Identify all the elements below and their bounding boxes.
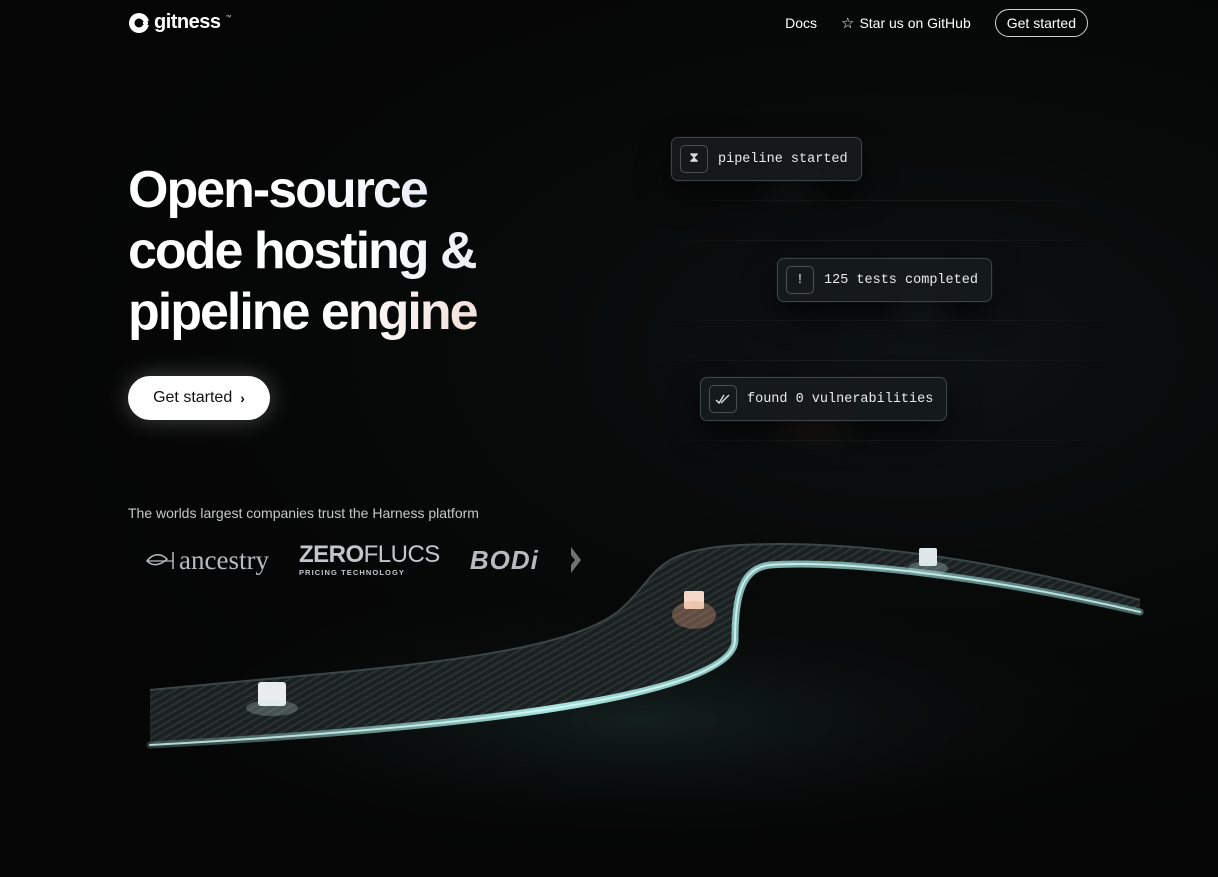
ancestry-wordmark: ancestry xyxy=(179,544,269,575)
status-pill-tests-completed: ! 125 tests completed xyxy=(777,258,992,302)
partial-logo-icon xyxy=(570,547,581,573)
divider xyxy=(640,440,1120,441)
top-navigation: gitness ™ Docs ☆ Star us on GitHub Get s… xyxy=(0,0,1218,46)
hero-get-started-label: Get started xyxy=(153,389,233,406)
zeroflucs-logo: ZEROFLUCS PRICING TECHNOLOGY xyxy=(299,543,440,577)
status-text: 125 tests completed xyxy=(824,272,978,288)
hero-get-started-button[interactable]: Get started › xyxy=(128,376,270,420)
bodi-logo: BODi xyxy=(469,544,539,575)
status-pill-pipeline-started: ⧗ pipeline started xyxy=(671,137,862,181)
hero-title: Open-source code hosting & pipeline engi… xyxy=(128,160,588,343)
hero-title-line-3: pipeline engine xyxy=(128,282,588,343)
status-text: pipeline started xyxy=(718,151,848,167)
conveyor-illustration xyxy=(80,543,1200,860)
divider xyxy=(640,200,1120,201)
brand-name: gitness xyxy=(154,11,221,33)
trademark: ™ xyxy=(225,14,232,21)
divider xyxy=(640,320,1120,321)
zeroflucs-tagline: PRICING TECHNOLOGY xyxy=(298,568,406,578)
divider xyxy=(640,360,1120,361)
ancestry-logo: ancestry xyxy=(145,545,269,576)
customer-logos: ancestry ZEROFLUCS PRICING TECHNOLOGY BO… xyxy=(145,540,583,580)
nav-get-started-button[interactable]: Get started xyxy=(994,9,1088,37)
star-icon: ☆ xyxy=(841,14,855,32)
hourglass-icon: ⧗ xyxy=(680,145,708,173)
nav-links: Docs ☆ Star us on GitHub Get started xyxy=(785,9,1088,37)
hero-title-line-1: Open-source xyxy=(128,160,588,221)
landing-page: gitness ™ Docs ☆ Star us on GitHub Get s… xyxy=(0,0,1218,877)
gitness-logo-icon xyxy=(129,12,150,33)
github-star-link[interactable]: ☆ Star us on GitHub xyxy=(841,15,971,31)
gitness-logo[interactable]: gitness ™ xyxy=(128,11,232,34)
status-pill-vulnerabilities: found 0 vulnerabilities xyxy=(700,377,948,421)
double-check-icon xyxy=(709,385,737,413)
ancestry-leaf-icon xyxy=(146,552,174,569)
chevron-right-icon: › xyxy=(240,390,245,406)
zeroflucs-wordmark: ZEROFLUCS xyxy=(298,541,440,569)
exclamation-icon: ! xyxy=(786,266,814,294)
docs-link[interactable]: Docs xyxy=(785,15,817,31)
hero-title-line-2: code hosting & xyxy=(128,221,588,282)
trust-statement: The worlds largest companies trust the H… xyxy=(128,505,479,521)
status-text: found 0 vulnerabilities xyxy=(747,391,934,407)
github-star-label: Star us on GitHub xyxy=(859,15,971,31)
divider xyxy=(640,240,1120,241)
